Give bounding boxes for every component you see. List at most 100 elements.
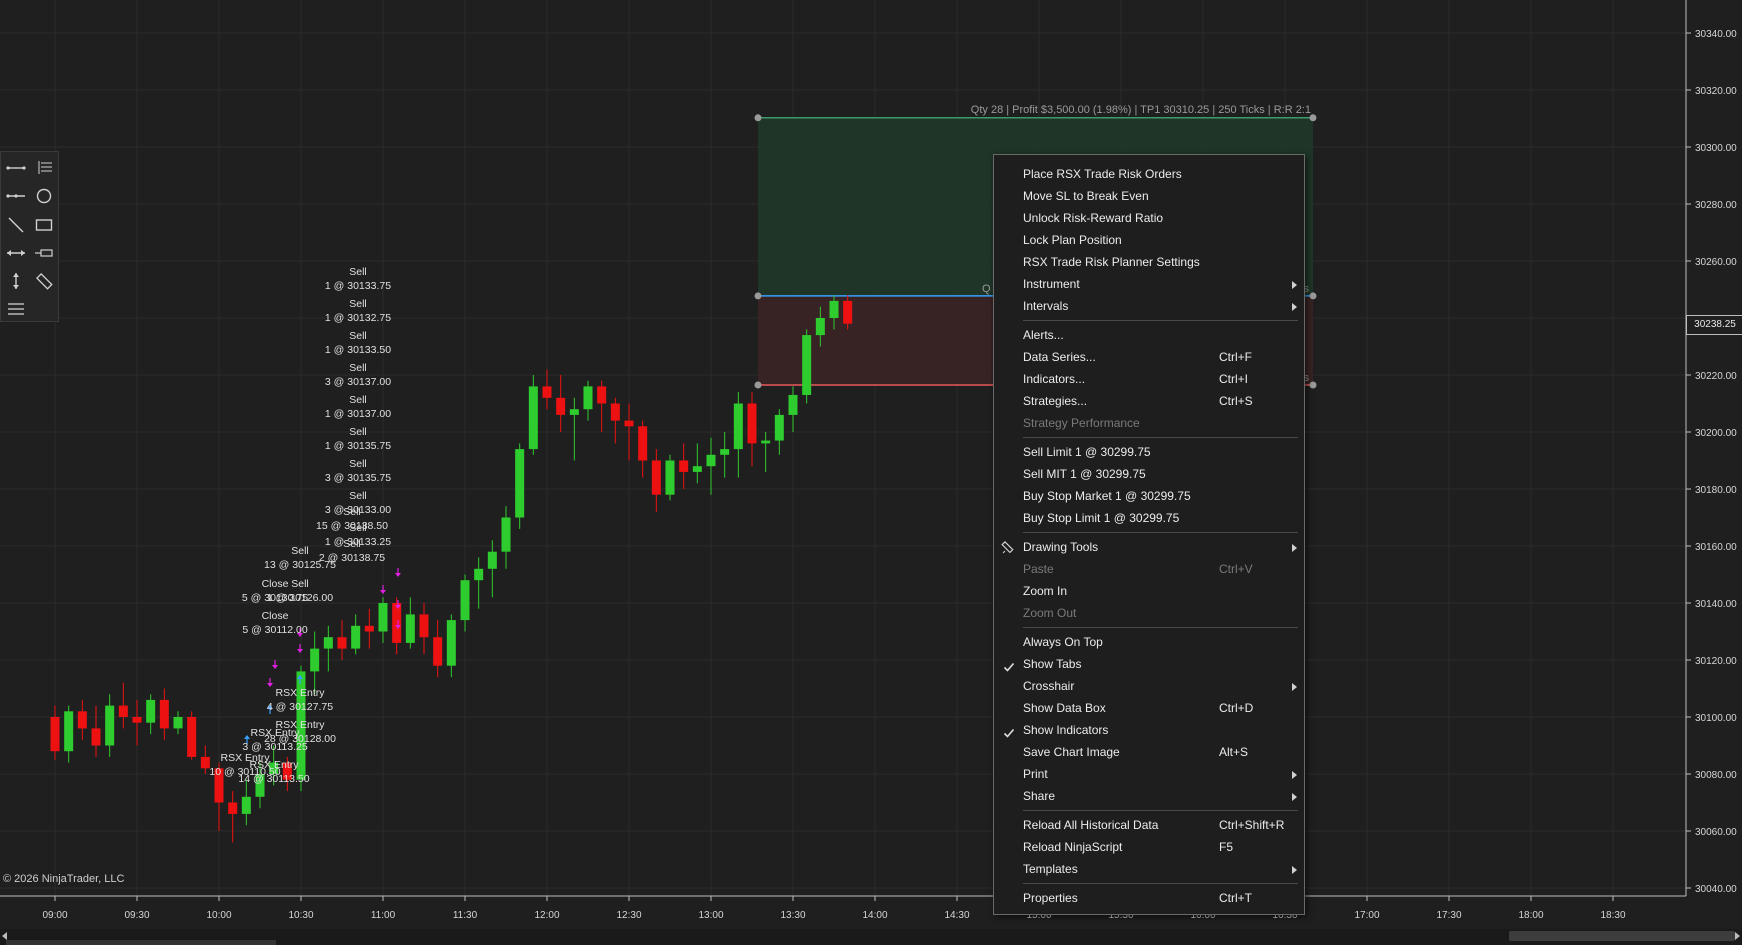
menu-item-zoom-out: Zoom Out <box>994 602 1304 624</box>
menu-separator <box>1023 320 1298 321</box>
menu-item-shortcut: Ctrl+T <box>1219 891 1252 905</box>
menu-item-place-rsx-trade-risk-orders[interactable]: Place RSX Trade Risk Orders <box>994 163 1304 185</box>
menu-item-label: Alerts... <box>1023 328 1064 342</box>
menu-item-label: Strategy Performance <box>1023 416 1140 430</box>
menu-item-intervals[interactable]: Intervals <box>994 295 1304 317</box>
menu-item-instrument[interactable]: Instrument <box>994 273 1304 295</box>
menu-item-sell-limit-1-30299-75[interactable]: Sell Limit 1 @ 30299.75 <box>994 441 1304 463</box>
menu-item-templates[interactable]: Templates <box>994 858 1304 880</box>
menu-item-label: Drawing Tools <box>1023 540 1099 554</box>
menu-item-always-on-top[interactable]: Always On Top <box>994 631 1304 653</box>
rectangle-icon[interactable] <box>33 214 55 236</box>
price-tick-label: 30340.00 <box>1695 29 1737 40</box>
horizontal-scrollbar-thumb-left[interactable] <box>6 940 276 945</box>
menu-item-shortcut: Ctrl+D <box>1219 701 1254 715</box>
price-tick-label: 30080.00 <box>1695 770 1737 781</box>
plan-handle[interactable] <box>1309 292 1317 300</box>
menu-item-show-data-box[interactable]: Show Data Box Ctrl+D <box>994 697 1304 719</box>
plan-handle[interactable] <box>754 292 762 300</box>
menu-item-shortcut: Ctrl+S <box>1219 394 1253 408</box>
menu-item-sell-mit-1-30299-75[interactable]: Sell MIT 1 @ 30299.75 <box>994 463 1304 485</box>
menu-item-data-series[interactable]: Data Series... Ctrl+F <box>994 346 1304 368</box>
menu-item-label: Sell MIT 1 @ 30299.75 <box>1023 467 1146 481</box>
price-tick-label: 30180.00 <box>1695 485 1737 496</box>
menu-item-unlock-risk-reward-ratio[interactable]: Unlock Risk-Reward Ratio <box>994 207 1304 229</box>
menu-item-label: Reload All Historical Data <box>1023 818 1159 832</box>
menu-item-label: Instrument <box>1023 277 1080 291</box>
diagonal-line-icon[interactable] <box>5 214 27 236</box>
price-tick-label: 30140.00 <box>1695 599 1737 610</box>
price-tick-label: 30280.00 <box>1695 200 1737 211</box>
plan-handle[interactable] <box>1309 381 1317 389</box>
menu-separator <box>1023 437 1298 438</box>
menu-item-label: Show Data Box <box>1023 701 1106 715</box>
entry-label-partial: Q <box>982 283 991 295</box>
menu-item-drawing-tools[interactable]: Drawing Tools <box>994 536 1304 558</box>
menu-item-properties[interactable]: Properties Ctrl+T <box>994 887 1304 909</box>
price-tick-label: 30320.00 <box>1695 86 1737 97</box>
time-tick-label: 18:00 <box>1518 910 1543 921</box>
menu-item-label: RSX Trade Risk Planner Settings <box>1023 255 1200 269</box>
horizontal-scrollbar-thumb[interactable] <box>1509 931 1735 941</box>
menu-item-show-indicators[interactable]: Show Indicators <box>994 719 1304 741</box>
time-tick-label: 11:00 <box>371 910 396 921</box>
submenu-arrow-icon <box>1292 683 1297 691</box>
checkmark-icon <box>1003 724 1015 738</box>
trade-plan-label: Qty 28 | Profit $3,500.00 (1.98%) | TP1 … <box>971 104 1311 116</box>
menu-item-shortcut: Ctrl+I <box>1219 372 1249 386</box>
arrow-line-icon[interactable] <box>33 242 55 264</box>
menu-item-save-chart-image[interactable]: Save Chart Image Alt+S <box>994 741 1304 763</box>
list-icon[interactable] <box>33 157 55 179</box>
menu-item-indicators[interactable]: Indicators... Ctrl+I <box>994 368 1304 390</box>
candle <box>665 454 675 501</box>
menu-item-shortcut: Ctrl+Shift+R <box>1219 818 1285 832</box>
submenu-arrow-icon <box>1292 303 1297 311</box>
time-tick-label: 10:00 <box>206 910 231 921</box>
menu-item-zoom-in[interactable]: Zoom In <box>994 580 1304 602</box>
line-icon[interactable] <box>5 157 27 179</box>
menu-item-label: Paste <box>1023 562 1054 576</box>
time-tick-label: 12:00 <box>534 910 559 921</box>
menu-separator <box>1023 627 1298 628</box>
price-chart[interactable]: Sell 1 @ 30133.75Sell 1 @ 30132.75Sell 1 @ … <box>0 0 1742 945</box>
menu-item-label: Indicators... <box>1023 372 1086 386</box>
menu-item-rsx-trade-risk-planner-settings[interactable]: RSX Trade Risk Planner Settings <box>994 251 1304 273</box>
price-tick-label: 30220.00 <box>1695 371 1737 382</box>
menu-item-label: Unlock Risk-Reward Ratio <box>1023 211 1164 225</box>
menu-item-label: Data Series... <box>1023 350 1096 364</box>
menu-icon[interactable] <box>5 298 27 320</box>
ellipse-icon[interactable] <box>33 185 55 207</box>
time-tick-label: 09:00 <box>42 910 67 921</box>
vertical-line-icon[interactable] <box>5 270 27 292</box>
menu-item-print[interactable]: Print <box>994 763 1304 785</box>
menu-item-buy-stop-limit-1-30299-75[interactable]: Buy Stop Limit 1 @ 30299.75 <box>994 507 1304 529</box>
extended-line-icon[interactable] <box>5 242 27 264</box>
menu-item-strategies[interactable]: Strategies... Ctrl+S <box>994 390 1304 412</box>
plan-handle[interactable] <box>754 381 762 389</box>
menu-item-label: Always On Top <box>1023 635 1103 649</box>
menu-item-lock-plan-position[interactable]: Lock Plan Position <box>994 229 1304 251</box>
menu-item-share[interactable]: Share <box>994 785 1304 807</box>
checkmark-icon <box>1003 658 1015 672</box>
price-tick-label: 30260.00 <box>1695 257 1737 268</box>
menu-item-reload-all-historical-data[interactable]: Reload All Historical Data Ctrl+Shift+R <box>994 814 1304 836</box>
menu-item-label: Lock Plan Position <box>1023 233 1122 247</box>
menu-item-label: Show Tabs <box>1023 657 1082 671</box>
ruler-icon[interactable] <box>33 270 55 292</box>
menu-item-label: Save Chart Image <box>1023 745 1120 759</box>
plan-handle[interactable] <box>754 114 762 122</box>
menu-item-move-sl-to-break-even[interactable]: Move SL to Break Even <box>994 185 1304 207</box>
submenu-arrow-icon <box>1292 866 1297 874</box>
menu-item-alerts[interactable]: Alerts... <box>994 324 1304 346</box>
menu-separator <box>1023 810 1298 811</box>
menu-item-buy-stop-market-1-30299-75[interactable]: Buy Stop Market 1 @ 30299.75 <box>994 485 1304 507</box>
menu-item-reload-ninjascript[interactable]: Reload NinjaScript F5 <box>994 836 1304 858</box>
menu-item-label: Buy Stop Limit 1 @ 30299.75 <box>1023 511 1180 525</box>
ray-icon[interactable] <box>5 185 27 207</box>
candle <box>802 329 812 404</box>
menu-item-crosshair[interactable]: Crosshair <box>994 675 1304 697</box>
menu-item-show-tabs[interactable]: Show Tabs <box>994 653 1304 675</box>
menu-item-label: Place RSX Trade Risk Orders <box>1023 167 1182 181</box>
price-tick-label: 30100.00 <box>1695 713 1737 724</box>
menu-item-label: Zoom Out <box>1023 606 1077 620</box>
